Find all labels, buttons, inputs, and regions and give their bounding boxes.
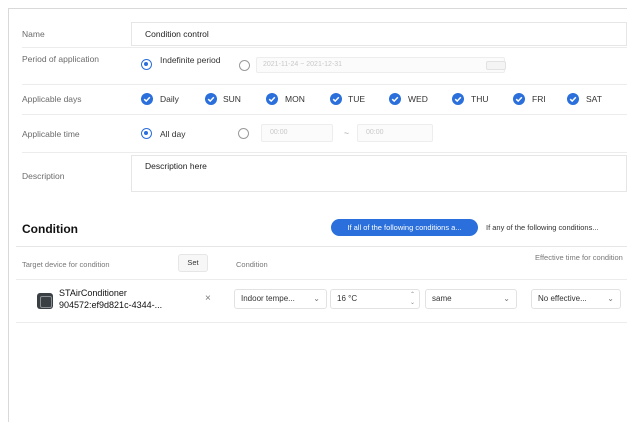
date-range-field[interactable]: 2021-11-24 ~ 2021-12-31 (256, 57, 506, 73)
set-button[interactable]: Set (178, 254, 208, 272)
divider (16, 279, 627, 280)
day-label-fri: FRI (532, 94, 546, 104)
divider (16, 322, 627, 323)
stepper-arrows-icon[interactable]: ⌃ ⌄ (410, 291, 415, 307)
operator-value: same (432, 294, 452, 303)
calendar-icon (486, 61, 506, 70)
all-day-label: All day (160, 129, 186, 139)
target-device-header: Target device for condition (22, 260, 110, 269)
start-time-field[interactable]: 00:00 (261, 124, 333, 142)
day-label-daily: Daily (160, 94, 179, 104)
divider (16, 246, 627, 247)
end-time-field[interactable]: 00:00 (357, 124, 433, 142)
time-range-radio[interactable] (238, 128, 249, 139)
divider (22, 84, 627, 85)
indefinite-period-label: Indefinite period (160, 55, 221, 65)
condition-title: Condition (22, 222, 78, 236)
all-conditions-toggle[interactable]: If all of the following conditions a... (331, 219, 478, 236)
divider (22, 114, 627, 115)
checkbox-tue[interactable] (330, 93, 342, 105)
days-label: Applicable days (22, 94, 82, 104)
name-label: Name (22, 29, 45, 39)
time-label: Applicable time (22, 129, 80, 139)
start-time-value: 00:00 (270, 129, 288, 136)
effective-time-header: Effective time for condition (535, 253, 623, 262)
condition-header: Condition (236, 260, 268, 269)
device-name: STAirConditioner (59, 288, 127, 298)
condition-type-value: Indoor tempe... (241, 294, 295, 303)
effective-time-value: No effective... (538, 294, 587, 303)
all-day-radio[interactable] (141, 128, 152, 139)
name-field[interactable]: Condition control (131, 22, 627, 46)
day-label-mon: MON (285, 94, 305, 104)
checkbox-thu[interactable] (452, 93, 464, 105)
day-label-tue: TUE (348, 94, 365, 104)
description-field[interactable]: Description here (131, 155, 627, 192)
divider (22, 152, 627, 153)
checkbox-daily[interactable] (141, 93, 153, 105)
chevron-down-icon: ⌄ (503, 294, 510, 303)
chevron-down-icon: ⌄ (607, 294, 614, 303)
checkbox-sun[interactable] (205, 93, 217, 105)
checkbox-sat[interactable] (567, 93, 579, 105)
checkbox-wed[interactable] (389, 93, 401, 105)
day-label-sat: SAT (586, 94, 602, 104)
date-range-value: 2021-11-24 ~ 2021-12-31 (263, 61, 343, 68)
device-id: 904572:ef9d821c-4344-... (59, 300, 163, 310)
divider (22, 47, 627, 48)
day-label-wed: WED (408, 94, 428, 104)
end-time-value: 00:00 (366, 129, 384, 136)
description-placeholder: Description here (145, 161, 207, 171)
temperature-stepper[interactable]: 16 °C ⌃ ⌄ (330, 289, 420, 309)
date-range-radio[interactable] (239, 60, 250, 71)
day-label-thu: THU (471, 94, 489, 104)
indefinite-period-radio[interactable] (141, 59, 152, 70)
time-separator: ~ (344, 128, 349, 138)
operator-select[interactable]: same ⌄ (425, 289, 517, 309)
checkbox-mon[interactable] (266, 93, 278, 105)
any-conditions-toggle[interactable]: If any of the following conditions... (486, 219, 627, 236)
checkbox-fri[interactable] (513, 93, 525, 105)
period-label: Period of application (22, 54, 100, 64)
chevron-down-icon: ⌄ (313, 294, 320, 303)
name-value: Condition control (145, 29, 209, 39)
air-conditioner-icon (37, 293, 53, 309)
condition-type-select[interactable]: Indoor tempe... ⌄ (234, 289, 327, 309)
remove-device-icon[interactable]: × (205, 293, 211, 304)
day-label-sun: SUN (223, 94, 241, 104)
effective-time-select[interactable]: No effective... ⌄ (531, 289, 621, 309)
temperature-value: 16 °C (337, 294, 358, 303)
description-label: Description (22, 171, 65, 181)
